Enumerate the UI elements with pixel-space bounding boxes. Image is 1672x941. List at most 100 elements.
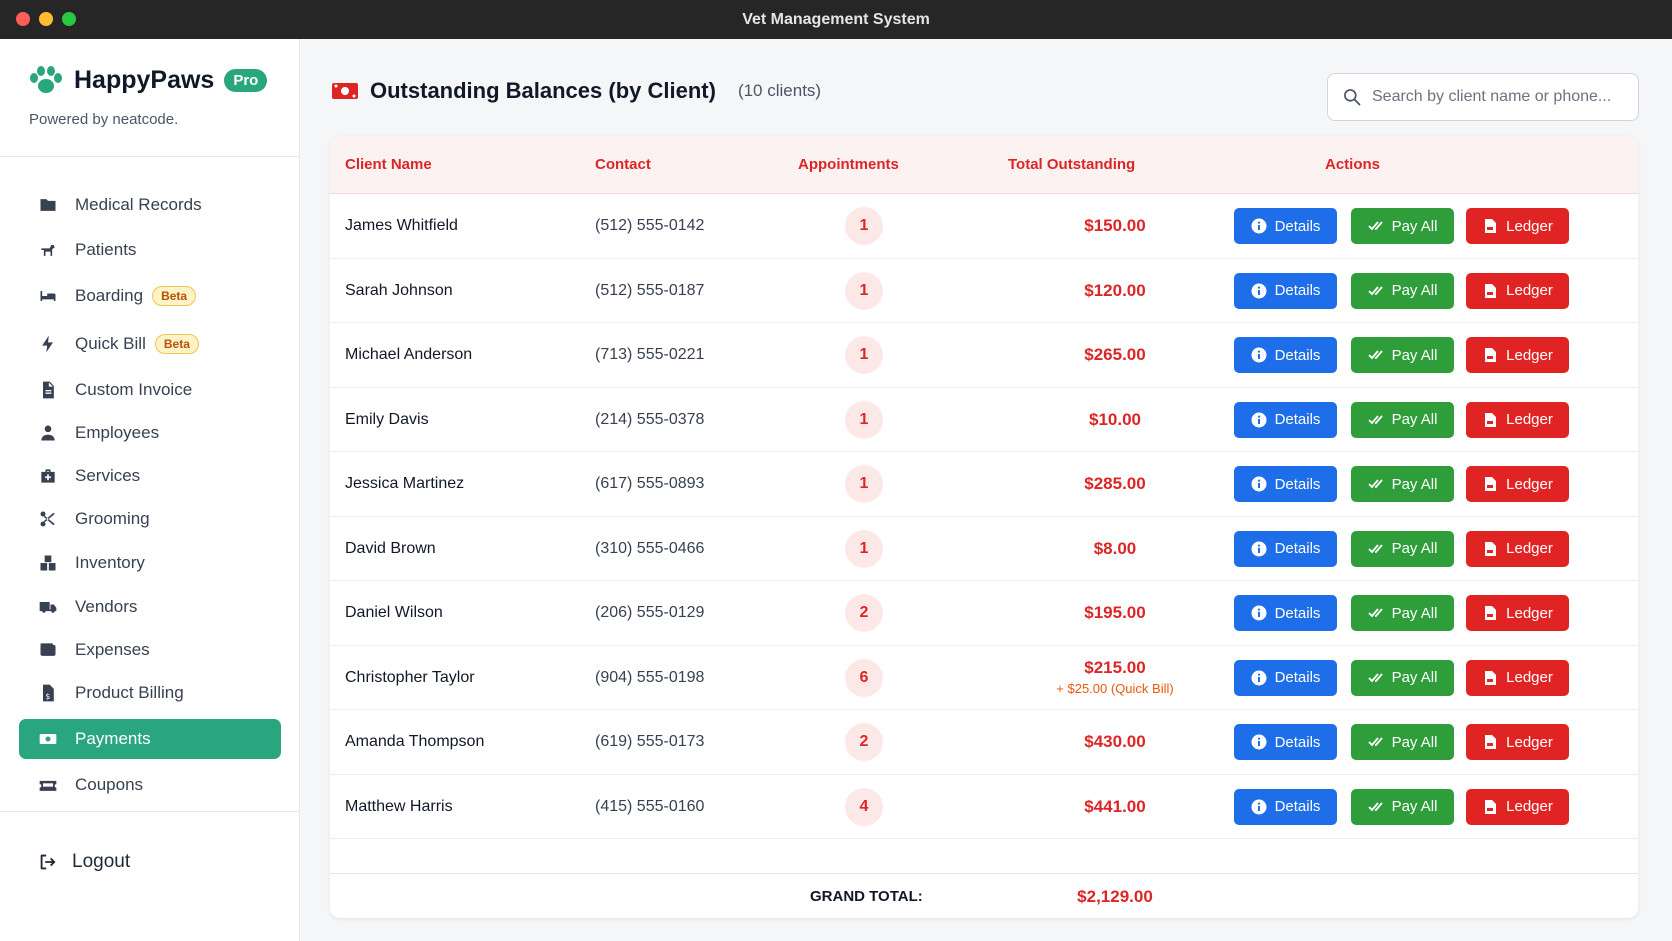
details-button[interactable]: Details	[1234, 595, 1337, 631]
client-contact: (619) 555-0173	[595, 733, 705, 750]
divider	[0, 811, 300, 812]
check-double-icon	[1367, 801, 1383, 811]
pay-all-button[interactable]: Pay All	[1351, 337, 1454, 373]
details-button[interactable]: Details	[1234, 724, 1337, 760]
table-row: Emily Davis (214) 555-0378 1 $10.00 Details P…	[330, 388, 1638, 452]
sidebar-item-product-billing[interactable]: $ Product Billing	[19, 673, 281, 713]
logout-button[interactable]: Logout	[37, 851, 130, 873]
info-icon	[1251, 670, 1267, 685]
sidebar-item-boarding[interactable]: Boarding Beta	[19, 276, 281, 316]
user-icon	[37, 422, 59, 444]
client-name: Emily Davis	[345, 410, 429, 428]
ledger-button[interactable]: Ledger	[1466, 337, 1569, 373]
sidebar-item-label: Coupons	[75, 775, 144, 794]
file-pdf-icon	[1485, 283, 1497, 298]
details-button[interactable]: Details	[1234, 401, 1337, 438]
ledger-button[interactable]: Ledger	[1466, 466, 1569, 502]
details-button[interactable]: Details	[1234, 788, 1337, 825]
brand-name: HappyPaws	[74, 65, 215, 94]
ledger-button[interactable]: Ledger	[1466, 724, 1569, 760]
sidebar-item-payments[interactable]: Payments	[19, 719, 281, 759]
pay-all-button[interactable]: Pay All	[1351, 272, 1454, 309]
client-name: James Whitfield	[345, 217, 458, 234]
ledger-button[interactable]: Ledger	[1466, 272, 1569, 309]
ledger-button[interactable]: Ledger	[1466, 530, 1569, 567]
file-pdf-icon	[1485, 541, 1497, 556]
sidebar-item-services[interactable]: Services	[19, 456, 281, 496]
info-icon	[1251, 218, 1267, 234]
pay-all-label: Pay All	[1391, 540, 1438, 557]
sidebar-item-inventory[interactable]: Inventory	[19, 543, 281, 583]
details-label: Details	[1274, 475, 1321, 493]
table-row: Amanda Thompson (619) 555-0173 2 $430.00 Det…	[330, 710, 1638, 775]
table-row: Daniel Wilson (206) 555-0129 2 $195.00 Detai…	[330, 581, 1638, 646]
ledger-label: Ledger	[1506, 733, 1553, 751]
page-header: Outstanding Balances (by Client) (10 cli…	[332, 78, 821, 104]
ledger-button[interactable]: Ledger	[1466, 595, 1569, 631]
pay-all-button[interactable]: Pay All	[1351, 466, 1454, 502]
pay-all-label: Pay All	[1391, 798, 1438, 815]
details-button[interactable]: Details	[1234, 272, 1337, 309]
sidebar-item-grooming[interactable]: Grooming	[19, 499, 281, 539]
appointments-count-badge: 1	[845, 207, 883, 245]
check-double-icon	[1367, 285, 1383, 295]
sidebar-item-quick-bill[interactable]: Quick Bill Beta	[19, 324, 281, 364]
total-outstanding: $265.00	[1084, 345, 1146, 364]
minimize-window-button[interactable]	[39, 12, 53, 26]
sidebar-item-medical-records[interactable]: Medical Records	[19, 185, 281, 225]
pay-all-button[interactable]: Pay All	[1351, 208, 1454, 244]
sidebar-item-custom-invoice[interactable]: Custom Invoice	[19, 370, 281, 410]
sidebar-item-coupons[interactable]: Coupons	[19, 765, 281, 805]
pay-all-button[interactable]: Pay All	[1351, 724, 1454, 760]
table-row: David Brown (310) 555-0466 1 $8.00 Details Pa…	[330, 517, 1638, 581]
svg-text:$: $	[46, 692, 51, 701]
sidebar-item-label: Inventory	[75, 553, 145, 572]
ledger-label: Ledger	[1506, 669, 1553, 686]
client-name: Michael Anderson	[345, 346, 473, 363]
ledger-label: Ledger	[1506, 798, 1553, 815]
ledger-label: Ledger	[1506, 411, 1553, 428]
sidebar-item-vendors[interactable]: Vendors	[19, 587, 281, 627]
close-window-button[interactable]	[16, 12, 30, 26]
ledger-label: Ledger	[1506, 475, 1553, 493]
sidebar-item-label: Payments	[75, 729, 151, 748]
details-button[interactable]: Details	[1234, 659, 1337, 696]
sidebar-item-employees[interactable]: Employees	[19, 413, 281, 453]
client-contact: (310) 555-0466	[595, 539, 705, 557]
ledger-label: Ledger	[1506, 540, 1553, 557]
grand-total-row: GRAND TOTAL: $2,129.00	[330, 873, 1638, 918]
ledger-button[interactable]: Ledger	[1466, 401, 1569, 438]
details-button[interactable]: Details	[1234, 466, 1337, 502]
grand-total-value: $2,129.00	[1077, 887, 1153, 906]
file-icon	[37, 379, 59, 401]
sidebar-item-label: Expenses	[75, 640, 150, 659]
pay-all-button[interactable]: Pay All	[1351, 595, 1454, 631]
check-double-icon	[1367, 608, 1383, 618]
table-row: Michael Anderson (713) 555-0221 1 $265.00 De…	[330, 323, 1638, 388]
details-label: Details	[1274, 282, 1321, 299]
info-icon	[1251, 347, 1267, 363]
ledger-button[interactable]: Ledger	[1466, 208, 1569, 244]
pay-all-button[interactable]: Pay All	[1351, 659, 1454, 696]
details-button[interactable]: Details	[1234, 337, 1337, 373]
pay-all-button[interactable]: Pay All	[1351, 401, 1454, 438]
client-count: (10 clients)	[737, 81, 822, 100]
money-bill-icon	[37, 728, 59, 750]
pay-all-button[interactable]: Pay All	[1351, 530, 1454, 567]
client-name: David Brown	[345, 539, 436, 557]
details-button[interactable]: Details	[1234, 208, 1337, 244]
details-label: Details	[1274, 669, 1321, 686]
ledger-button[interactable]: Ledger	[1466, 659, 1569, 696]
logout-label: Logout	[72, 851, 131, 872]
sidebar-item-label: Vendors	[75, 597, 138, 616]
details-button[interactable]: Details	[1234, 530, 1337, 567]
sidebar-item-patients[interactable]: Patients	[19, 230, 281, 270]
search-input[interactable]	[1372, 88, 1632, 106]
pay-all-button[interactable]: Pay All	[1351, 788, 1454, 825]
details-label: Details	[1274, 411, 1321, 428]
medkit-icon	[37, 465, 59, 487]
ledger-button[interactable]: Ledger	[1466, 788, 1569, 825]
file-pdf-icon	[1485, 670, 1497, 685]
zoom-window-button[interactable]	[62, 12, 76, 26]
sidebar-item-expenses[interactable]: Expenses	[19, 630, 281, 670]
